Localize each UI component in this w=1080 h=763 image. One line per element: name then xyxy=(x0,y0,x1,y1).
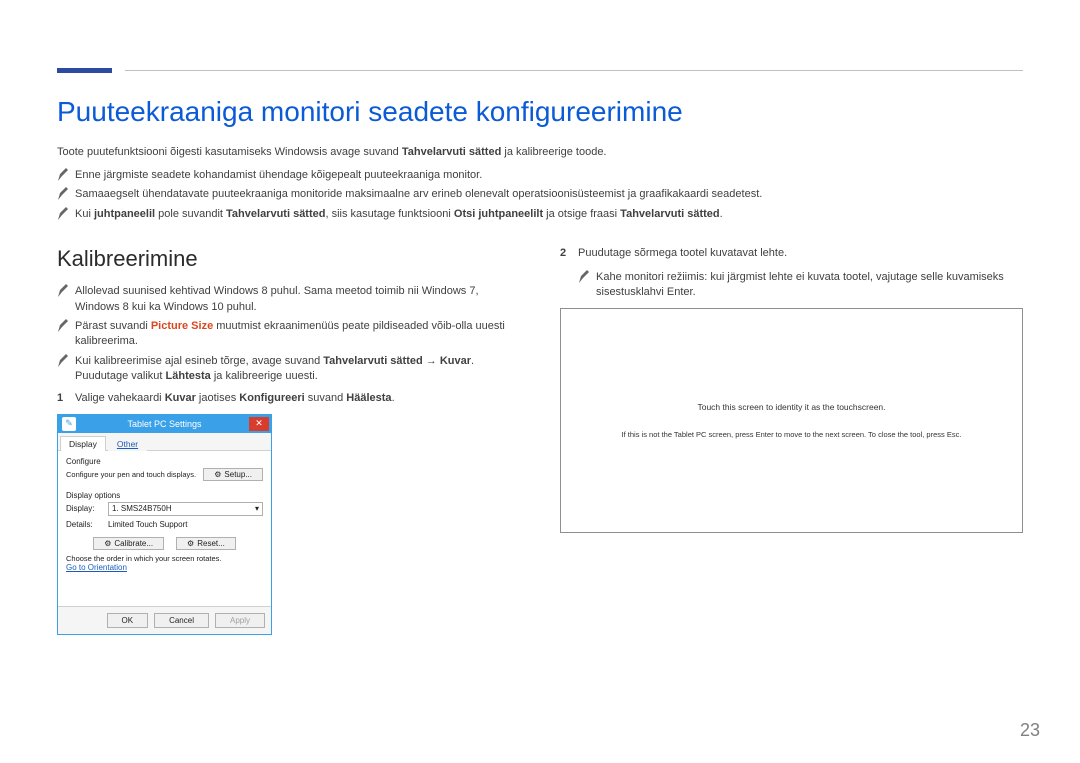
note-item: Kui kalibreerimise ajal esineb tõrge, av… xyxy=(57,354,520,385)
configure-text: Configure your pen and touch displays. xyxy=(66,470,203,479)
dialog-title: Tablet PC Settings xyxy=(80,419,249,429)
note-text: Kui juhtpaneelil pole suvandit Tahvelarv… xyxy=(75,207,723,222)
step-number: 2 xyxy=(560,246,570,261)
orientation-text: Choose the order in which your screen ro… xyxy=(66,554,263,563)
chevron-down-icon: ▾ xyxy=(255,504,259,513)
right-column: 2 Puudutage sõrmega tootel kuvatavat leh… xyxy=(560,246,1023,635)
calibrate-button[interactable]: ⚙Calibrate... xyxy=(93,537,164,550)
note-item: Enne järgmiste seadete kohandamist ühend… xyxy=(57,168,1023,183)
dialog-tabs: Display Other xyxy=(58,433,271,451)
pencil-note-icon xyxy=(57,187,69,201)
gear-icon: ⚙ xyxy=(214,470,221,479)
tablet-pc-settings-dialog: ✎ Tablet PC Settings ✕ Display Other Con… xyxy=(57,414,272,635)
page-number: 23 xyxy=(1020,720,1040,741)
intro-text: Toote puutefunktsiooni õigesti kasutamis… xyxy=(57,146,1023,158)
page-title: Puuteekraaniga monitori seadete konfigur… xyxy=(57,96,1023,128)
calibrate-reset-row: ⚙Calibrate... ⚙Reset... xyxy=(66,537,263,550)
step-text: Puudutage sõrmega tootel kuvatavat lehte… xyxy=(578,246,787,261)
note-text: Kui kalibreerimise ajal esineb tõrge, av… xyxy=(75,354,520,385)
setup-button[interactable]: ⚙Setup... xyxy=(203,468,263,481)
orientation-link[interactable]: Go to Orientation xyxy=(66,563,263,572)
section-heading: Kalibreerimine xyxy=(57,246,520,272)
tab-display[interactable]: Display xyxy=(60,436,106,451)
step-text: Valige vahekaardi Kuvar jaotises Konfigu… xyxy=(75,391,395,406)
dialog-app-icon: ✎ xyxy=(62,417,76,431)
gear-icon: ⚙ xyxy=(187,539,194,548)
note-text: Samaaegselt ühendatavate puuteekraaniga … xyxy=(75,187,762,202)
dialog-body: Configure Configure your pen and touch d… xyxy=(58,451,271,606)
display-label: Display: xyxy=(66,504,108,513)
note-item: Allolevad suunised kehtivad Windows 8 pu… xyxy=(57,284,520,315)
ok-button[interactable]: OK xyxy=(107,613,149,628)
pencil-note-icon xyxy=(578,270,590,284)
details-row: Details: Limited Touch Support xyxy=(66,520,263,529)
configure-row: Configure your pen and touch displays. ⚙… xyxy=(66,468,263,481)
note-item: Samaaegselt ühendatavate puuteekraaniga … xyxy=(57,187,1023,202)
reset-button[interactable]: ⚙Reset... xyxy=(176,537,236,550)
step-2: 2 Puudutage sõrmega tootel kuvatavat leh… xyxy=(560,246,1023,261)
note-item: Kui juhtpaneelil pole suvandit Tahvelarv… xyxy=(57,207,1023,222)
touch-instruction-secondary: If this is not the Tablet PC screen, pre… xyxy=(622,430,962,439)
header-rule xyxy=(125,70,1023,71)
note-text: Enne järgmiste seadete kohandamist ühend… xyxy=(75,168,482,183)
touch-instruction-primary: Touch this screen to identity it as the … xyxy=(697,402,885,412)
touchscreen-identify-box: Touch this screen to identity it as the … xyxy=(560,308,1023,533)
page-content: Puuteekraaniga monitori seadete konfigur… xyxy=(57,96,1023,635)
pencil-note-icon xyxy=(57,207,69,221)
pencil-note-icon xyxy=(57,284,69,298)
configure-group-label: Configure xyxy=(66,457,263,466)
display-select[interactable]: 1. SMS24B750H ▾ xyxy=(108,502,263,516)
note-text: Kahe monitori režiimis: kui järgmist leh… xyxy=(596,270,1023,301)
top-note-list: Enne järgmiste seadete kohandamist ühend… xyxy=(57,168,1023,222)
note-text: Allolevad suunised kehtivad Windows 8 pu… xyxy=(75,284,520,315)
intro-before: Toote puutefunktsiooni õigesti kasutamis… xyxy=(57,146,402,158)
display-options-label: Display options xyxy=(66,491,263,500)
pencil-note-icon xyxy=(57,168,69,182)
pencil-note-icon xyxy=(57,319,69,333)
display-select-row: Display: 1. SMS24B750H ▾ xyxy=(66,502,263,516)
tab-other[interactable]: Other xyxy=(108,436,147,451)
intro-bold: Tahvelarvuti sätted xyxy=(402,146,501,158)
intro-after: ja kalibreerige toode. xyxy=(501,146,606,158)
details-value: Limited Touch Support xyxy=(108,520,263,529)
step-1: 1 Valige vahekaardi Kuvar jaotises Konfi… xyxy=(57,391,520,406)
two-column-layout: Kalibreerimine Allolevad suunised kehtiv… xyxy=(57,246,1023,635)
apply-button[interactable]: Apply xyxy=(215,613,265,628)
display-value: 1. SMS24B750H xyxy=(112,504,172,513)
gear-icon: ⚙ xyxy=(104,539,111,548)
header-accent-bar xyxy=(57,68,112,73)
note-text: Pärast suvandi Picture Size muutmist ekr… xyxy=(75,319,520,350)
left-column: Kalibreerimine Allolevad suunised kehtiv… xyxy=(57,246,520,635)
cancel-button[interactable]: Cancel xyxy=(154,613,209,628)
pencil-note-icon xyxy=(57,354,69,368)
note-item: Kahe monitori režiimis: kui järgmist leh… xyxy=(578,270,1023,301)
note-item: Pärast suvandi Picture Size muutmist ekr… xyxy=(57,319,520,350)
details-label: Details: xyxy=(66,520,108,529)
step-number: 1 xyxy=(57,391,67,406)
dialog-titlebar: ✎ Tablet PC Settings ✕ xyxy=(58,415,271,433)
close-icon[interactable]: ✕ xyxy=(249,417,269,431)
dialog-footer: OK Cancel Apply xyxy=(58,606,271,634)
